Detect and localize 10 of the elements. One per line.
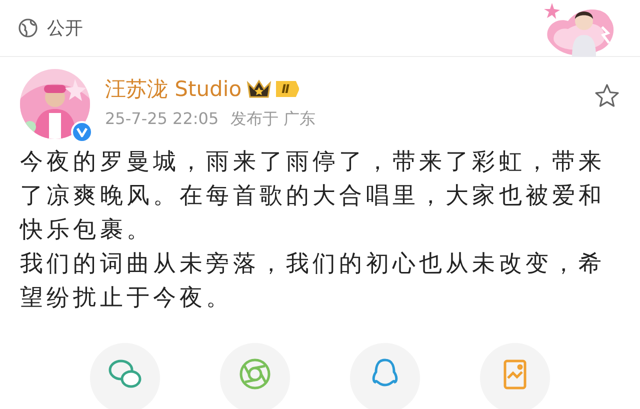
post-paragraph: 我们的词曲从未旁落，我们的初心也从未改变，希望纷扰止于今夜。 (20, 250, 606, 313)
aperture-icon (238, 357, 272, 391)
visibility-label[interactable]: 公开 (47, 16, 83, 40)
crown-icon (246, 78, 272, 100)
star-icon[interactable] (594, 83, 620, 109)
level-badge: Ⅱ (276, 81, 300, 97)
globe-icon (18, 18, 38, 38)
post-location: 发布于 广东 (230, 109, 316, 130)
post-time: 25-7-25 22:05 (105, 109, 219, 130)
post-paragraph: 今夜的罗曼城，雨来了雨停了，带来了彩虹，带来了凉爽晚风。在每首歌的大合唱里，大家也被爱和快乐包裹。 (20, 148, 606, 245)
